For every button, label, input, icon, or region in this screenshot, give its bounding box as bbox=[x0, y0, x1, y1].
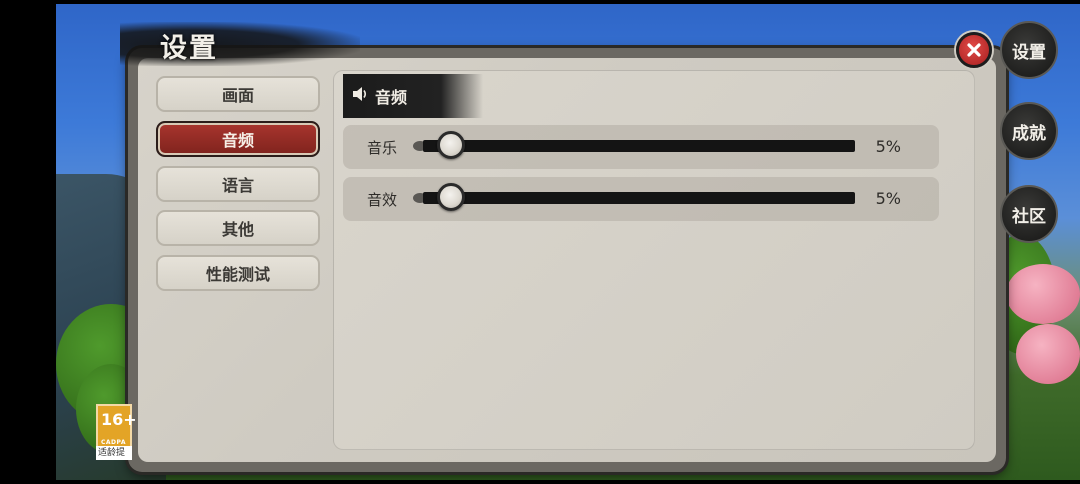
age-rating-number: 16+ bbox=[101, 410, 137, 429]
tab-other[interactable]: 其他 bbox=[156, 210, 320, 246]
age-rating-org: CADPA bbox=[101, 439, 127, 446]
close-icon bbox=[967, 43, 981, 57]
tab-performance-test[interactable]: 性能测试 bbox=[156, 255, 320, 291]
sfx-label: 音效 bbox=[367, 191, 398, 209]
close-button[interactable] bbox=[956, 32, 992, 68]
tab-display[interactable]: 画面 bbox=[156, 76, 320, 112]
page-title: 设置 bbox=[160, 33, 218, 64]
sfx-slider-handle[interactable] bbox=[436, 183, 465, 211]
tab-language[interactable]: 语言 bbox=[156, 166, 320, 202]
music-slider-track[interactable] bbox=[413, 140, 855, 152]
music-value: 5% bbox=[875, 137, 901, 156]
section-header: 音频 bbox=[343, 74, 483, 118]
age-rating-caption: 适龄提示 bbox=[96, 446, 132, 460]
side-button-settings[interactable]: 设置 bbox=[1000, 21, 1058, 79]
tab-audio[interactable]: 音频 bbox=[156, 121, 320, 157]
side-button-achievements[interactable]: 成就 bbox=[1000, 102, 1058, 160]
sfx-volume-row: 音效 5% bbox=[343, 177, 939, 221]
side-button-community[interactable]: 社区 bbox=[1000, 185, 1058, 243]
section-title: 音频 bbox=[375, 88, 408, 107]
title-ink-brush bbox=[120, 22, 360, 66]
music-slider-handle[interactable] bbox=[436, 131, 465, 159]
speaker-icon bbox=[351, 85, 369, 107]
sfx-slider-track[interactable] bbox=[413, 192, 855, 204]
music-label: 音乐 bbox=[367, 139, 398, 157]
sfx-value: 5% bbox=[875, 189, 901, 208]
background-blossom-tree bbox=[1016, 324, 1080, 384]
music-volume-row: 音乐 5% bbox=[343, 125, 939, 169]
background-blossom-tree bbox=[1006, 264, 1080, 324]
